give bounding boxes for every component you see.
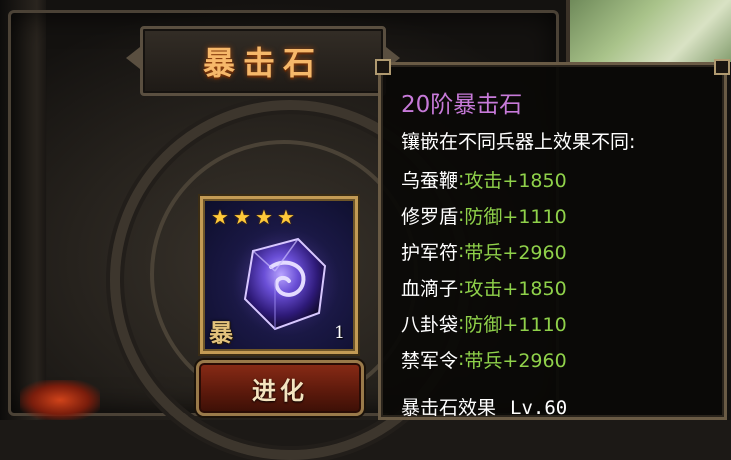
- scenery-background: [566, 0, 731, 62]
- tooltip-corner-ornament: [375, 59, 391, 75]
- stat-weapon-name: 修罗盾: [401, 205, 459, 228]
- stat-effect: 攻击+1850: [464, 169, 567, 192]
- item-tooltip: 20阶暴击石 镶嵌在不同兵器上效果不同: 乌蚕鞭: 攻击+1850 修罗盾: 防御+…: [375, 59, 730, 420]
- effect-level: Lv.60: [510, 397, 568, 419]
- tooltip-description: 镶嵌在不同兵器上效果不同:: [401, 131, 636, 153]
- evolve-button-label: 进化: [252, 376, 308, 405]
- crit-badge: 暴: [209, 318, 233, 347]
- stat-row: 修罗盾: 防御+1110: [401, 197, 567, 233]
- stat-row: 护军符: 带兵+2960: [401, 233, 567, 269]
- stat-effect: 防御+1110: [464, 205, 567, 228]
- purple-gem-icon: [225, 223, 341, 339]
- tooltip-footer: 暴击石效果 Lv.60: [401, 393, 567, 420]
- stat-weapon-name: 八卦袋: [401, 313, 459, 336]
- stat-weapon-name: 乌蚕鞭: [401, 169, 459, 192]
- tooltip-corner-ornament: [714, 59, 730, 75]
- evolve-button[interactable]: 进化: [196, 360, 364, 416]
- stat-weapon-name: 护军符: [401, 241, 459, 264]
- gem-item-card[interactable]: ★ ★ ★ ★ 暴 1: [200, 196, 358, 354]
- stat-row: 禁军令: 带兵+2960: [401, 341, 567, 377]
- stat-effect: 防御+1110: [464, 313, 567, 336]
- stat-list: 乌蚕鞭: 攻击+1850 修罗盾: 防御+1110 护军符: 带兵+2960 血滴子:…: [401, 161, 567, 377]
- stat-effect: 带兵+2960: [464, 241, 567, 264]
- title-plaque: 暴击石: [140, 26, 386, 96]
- stat-row: 八卦袋: 防御+1110: [401, 305, 567, 341]
- stat-effect: 带兵+2960: [464, 349, 567, 372]
- stat-weapon-name: 禁军令: [401, 349, 459, 372]
- stat-row: 血滴子: 攻击+1850: [401, 269, 567, 305]
- tooltip-title: 20阶暴击石: [401, 92, 523, 118]
- stat-weapon-name: 血滴子: [401, 277, 459, 300]
- fire-glow-decoration: [20, 380, 100, 420]
- stat-effect: 攻击+1850: [464, 277, 567, 300]
- stat-row: 乌蚕鞭: 攻击+1850: [401, 161, 567, 197]
- item-count: 1: [334, 323, 345, 343]
- effect-label: 暴击石效果: [401, 397, 497, 419]
- page-title: 暴击石: [202, 44, 323, 82]
